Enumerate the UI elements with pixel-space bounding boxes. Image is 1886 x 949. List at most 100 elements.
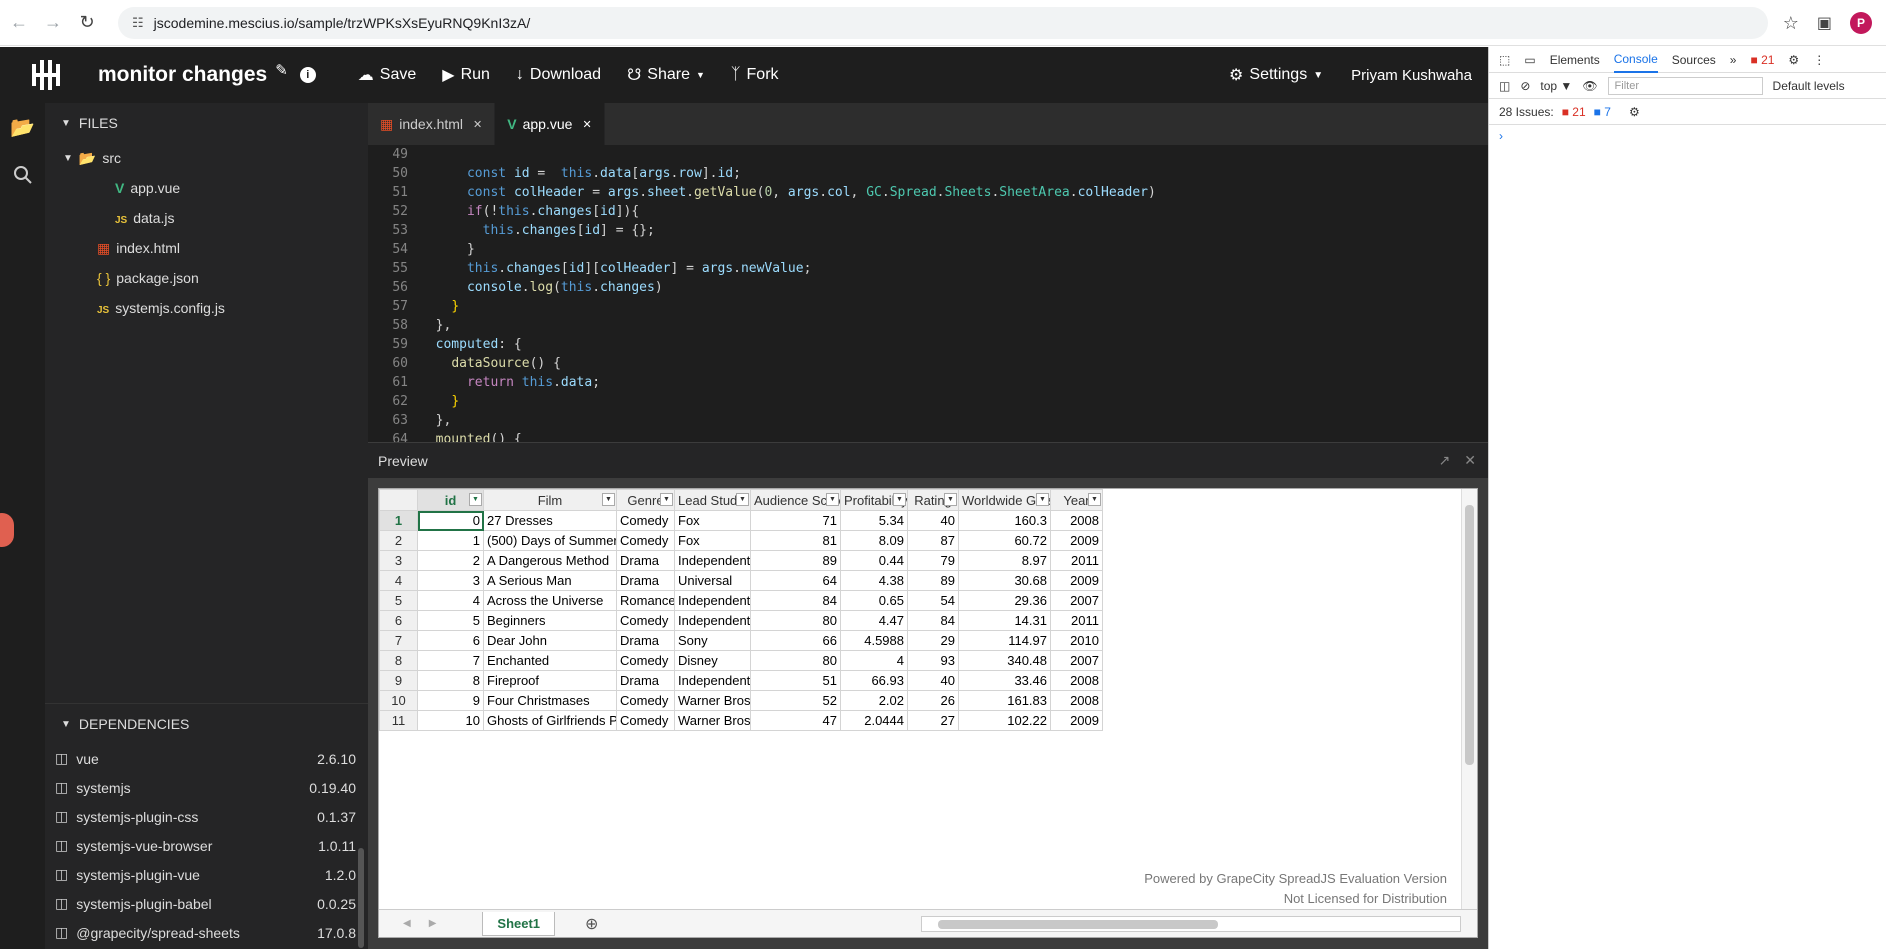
- settings-button[interactable]: ⚙ Settings ▼: [1229, 65, 1323, 85]
- dependencies-section-header[interactable]: ▼ DEPENDENCIES: [45, 704, 368, 744]
- devtools-tab[interactable]: Sources: [1672, 53, 1716, 67]
- table-cell[interactable]: 47: [750, 710, 841, 731]
- dependency-item[interactable]: ◫ systemjs-vue-browser 1.0.11: [45, 831, 368, 860]
- table-cell[interactable]: 93: [907, 650, 959, 671]
- table-cell[interactable]: 84: [907, 610, 959, 631]
- table-cell[interactable]: 5: [417, 610, 484, 631]
- inspect-icon[interactable]: ⬚: [1499, 53, 1510, 67]
- table-cell[interactable]: 10: [417, 710, 484, 731]
- error-badge[interactable]: ■ 21: [1750, 53, 1774, 67]
- column-header[interactable]: Year ▼: [1050, 489, 1103, 511]
- table-cell[interactable]: Dear John: [483, 630, 617, 651]
- table-cell[interactable]: 29: [907, 630, 959, 651]
- run-button[interactable]: ▶ Run: [442, 65, 490, 85]
- filter-dropdown-icon[interactable]: ▼: [893, 493, 906, 506]
- edit-title-icon[interactable]: ✎: [275, 61, 288, 79]
- table-cell[interactable]: Comedy: [616, 650, 675, 671]
- table-cell[interactable]: 2009: [1050, 710, 1103, 731]
- table-cell[interactable]: Comedy: [616, 510, 675, 531]
- table-cell[interactable]: 4: [840, 650, 908, 671]
- editor-tab[interactable]: ▦ index.html ✕: [368, 103, 496, 145]
- gear-icon[interactable]: ⚙: [1788, 53, 1799, 67]
- table-cell[interactable]: 2.02: [840, 690, 908, 711]
- row-header[interactable]: 4: [379, 570, 418, 591]
- column-header[interactable]: Worldwide Gross▼: [958, 489, 1051, 511]
- dependency-item[interactable]: ◫ systemjs-plugin-css 0.1.37: [45, 802, 368, 831]
- table-cell[interactable]: A Dangerous Method: [483, 550, 617, 571]
- table-cell[interactable]: 8.09: [840, 530, 908, 551]
- table-cell[interactable]: 66: [750, 630, 841, 651]
- table-cell[interactable]: Drama: [616, 630, 675, 651]
- table-cell[interactable]: 33.46: [958, 670, 1051, 691]
- table-cell[interactable]: 4: [417, 590, 484, 611]
- dependency-item[interactable]: ◫ systemjs-plugin-vue 1.2.0: [45, 860, 368, 889]
- table-cell[interactable]: 30.68: [958, 570, 1051, 591]
- corner-cell[interactable]: [379, 489, 418, 511]
- clear-console-icon[interactable]: ⊘: [1520, 79, 1530, 93]
- sidebar-scrollbar[interactable]: [358, 848, 364, 948]
- file-tree-item[interactable]: ▼ 📂 src: [45, 143, 368, 173]
- table-cell[interactable]: 2011: [1050, 550, 1103, 571]
- codemine-logo-icon[interactable]: [0, 47, 90, 103]
- row-header[interactable]: 1: [379, 510, 418, 531]
- column-header[interactable]: Genre ▼: [616, 489, 675, 511]
- table-cell[interactable]: 160.3: [958, 510, 1051, 531]
- file-tree-item[interactable]: JS systemjs.config.js: [45, 293, 368, 323]
- table-cell[interactable]: 2009: [1050, 530, 1103, 551]
- table-cell[interactable]: 7: [417, 650, 484, 671]
- table-cell[interactable]: 8.97: [958, 550, 1051, 571]
- table-cell[interactable]: Fireproof: [483, 670, 617, 691]
- filter-dropdown-icon[interactable]: ▼: [469, 493, 482, 506]
- table-cell[interactable]: 27: [907, 710, 959, 731]
- table-cell[interactable]: 26: [907, 690, 959, 711]
- file-tree-item[interactable]: Vapp.vue: [45, 173, 368, 203]
- gear-icon[interactable]: ⚙: [1629, 105, 1640, 119]
- table-cell[interactable]: 89: [750, 550, 841, 571]
- sheet-tab-sheet1[interactable]: Sheet1: [482, 911, 556, 936]
- table-cell[interactable]: Four Christmases: [483, 690, 617, 711]
- table-cell[interactable]: Comedy: [616, 690, 675, 711]
- row-header[interactable]: 7: [379, 630, 418, 651]
- table-cell[interactable]: 89: [907, 570, 959, 591]
- table-cell[interactable]: 9: [417, 690, 484, 711]
- table-cell[interactable]: Drama: [616, 670, 675, 691]
- table-cell[interactable]: 2009: [1050, 570, 1103, 591]
- table-cell[interactable]: 4.47: [840, 610, 908, 631]
- code-editor[interactable]: 49 50 const id = this.data[args.row].id; 5…: [368, 145, 1488, 442]
- dependency-item[interactable]: ◫ @grapecity/spread-sheets 17.0.8: [45, 918, 368, 947]
- table-cell[interactable]: 2007: [1050, 650, 1103, 671]
- table-cell[interactable]: Warner Bros.: [674, 710, 751, 731]
- table-cell[interactable]: 66.93: [840, 670, 908, 691]
- table-cell[interactable]: Enchanted: [483, 650, 617, 671]
- table-cell[interactable]: 71: [750, 510, 841, 531]
- devtools-tab[interactable]: Elements: [1550, 53, 1600, 67]
- add-sheet-icon[interactable]: ⊕: [585, 914, 598, 934]
- table-cell[interactable]: 40: [907, 670, 959, 691]
- filter-dropdown-icon[interactable]: ▼: [660, 493, 673, 506]
- table-cell[interactable]: 40: [907, 510, 959, 531]
- filter-dropdown-icon[interactable]: ▼: [1036, 493, 1049, 506]
- table-cell[interactable]: 2008: [1050, 510, 1103, 531]
- table-cell[interactable]: A Serious Man: [483, 570, 617, 591]
- dependency-item[interactable]: ◫ systemjs-plugin-babel 0.0.25: [45, 889, 368, 918]
- collapse-handle[interactable]: [0, 513, 14, 547]
- table-cell[interactable]: 29.36: [958, 590, 1051, 611]
- row-header[interactable]: 5: [379, 590, 418, 611]
- table-cell[interactable]: Ghosts of Girlfriends Past: [483, 710, 617, 731]
- context-select[interactable]: top ▼: [1540, 79, 1572, 93]
- search-icon[interactable]: [0, 151, 45, 199]
- row-header[interactable]: 8: [379, 650, 418, 671]
- horizontal-scrollbar[interactable]: [921, 916, 1461, 932]
- column-header[interactable]: Lead Studio ▼: [674, 489, 751, 511]
- table-cell[interactable]: 79: [907, 550, 959, 571]
- table-cell[interactable]: Fox: [674, 510, 751, 531]
- sidebar-toggle-icon[interactable]: ◫: [1499, 79, 1510, 93]
- user-name[interactable]: Priyam Kushwaha: [1351, 67, 1472, 84]
- filter-dropdown-icon[interactable]: ▼: [1088, 493, 1101, 506]
- info-icon[interactable]: i: [299, 67, 316, 83]
- dependency-item[interactable]: ◫ vue 2.6.10: [45, 744, 368, 773]
- table-cell[interactable]: 161.83: [958, 690, 1051, 711]
- table-cell[interactable]: 27 Dresses: [483, 510, 617, 531]
- row-header[interactable]: 3: [379, 550, 418, 571]
- star-icon[interactable]: ☆: [1783, 13, 1799, 34]
